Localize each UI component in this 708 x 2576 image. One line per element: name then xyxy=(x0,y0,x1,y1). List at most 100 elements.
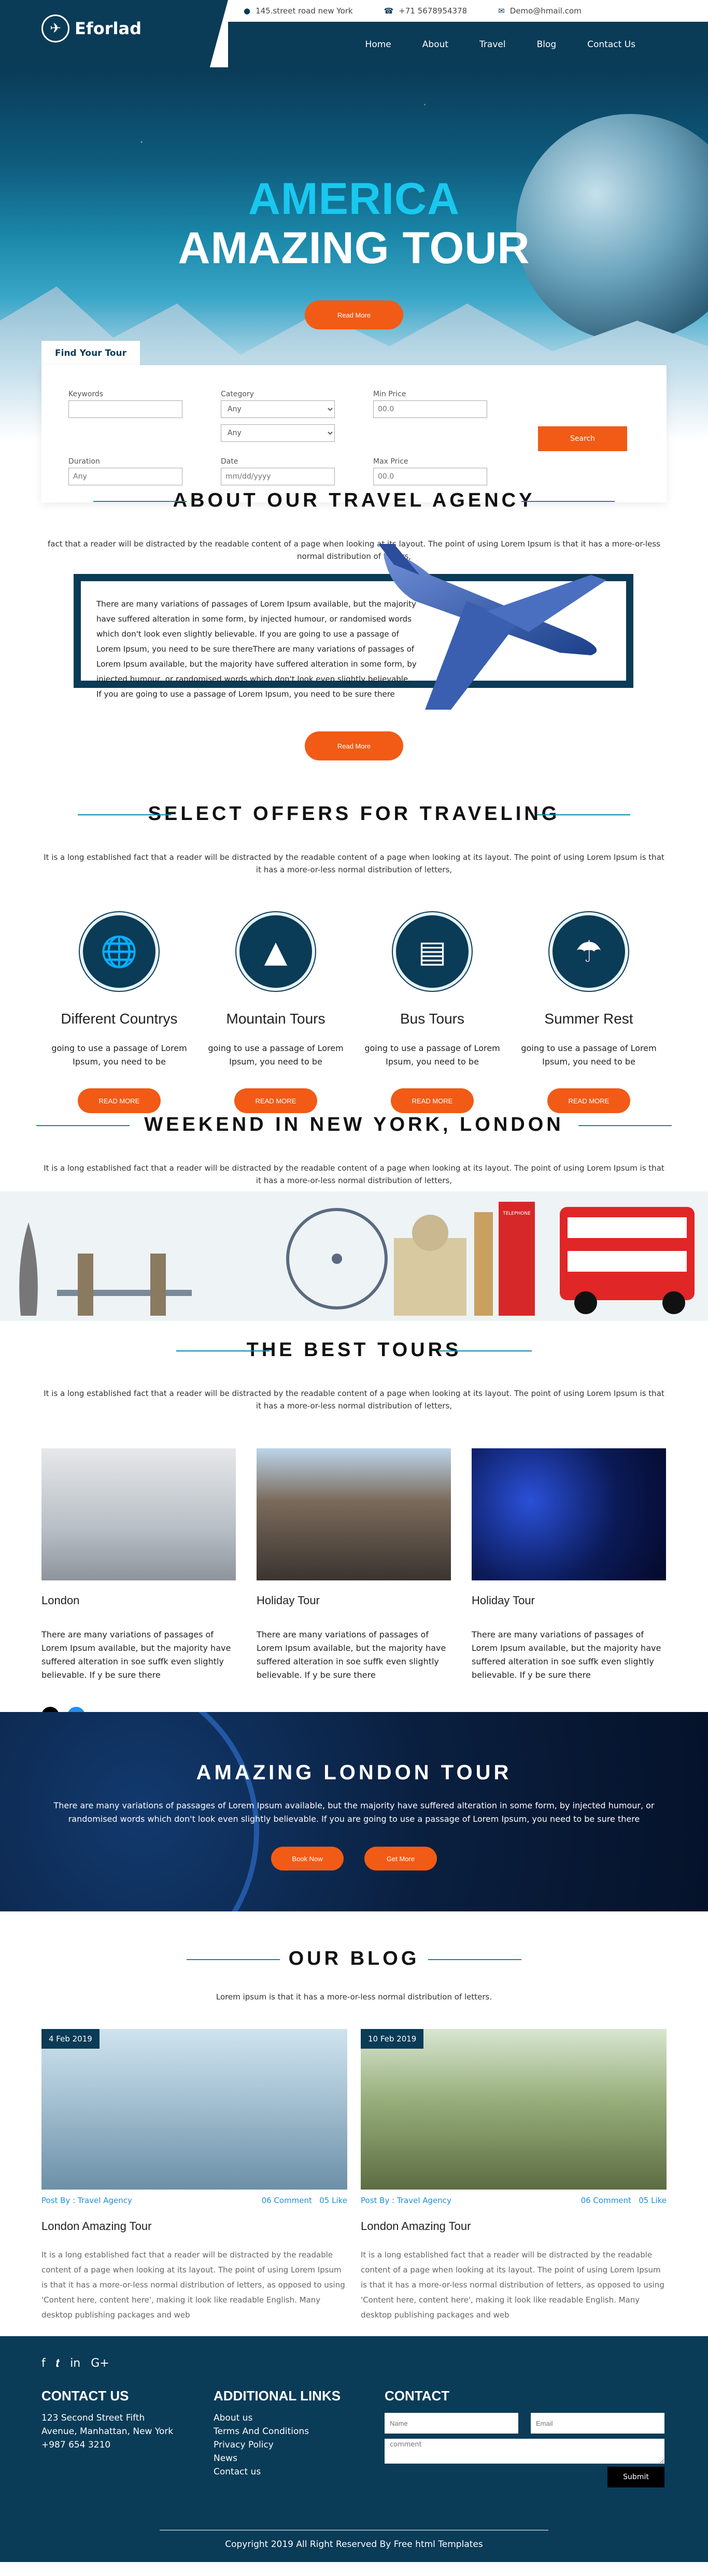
footer-links-title: ADDITIONAL LINKS xyxy=(214,2388,341,2404)
post-author[interactable]: Post By : Travel Agency xyxy=(41,2196,132,2205)
offer-text: going to use a passage of Lorem Ipsum, y… xyxy=(208,1043,344,1067)
mountain-icon: ▲ xyxy=(236,912,315,991)
footer-contact-title: CONTACT US xyxy=(41,2388,129,2404)
tours-section: THE BEST TOURS It is a long established … xyxy=(0,1331,708,1724)
nav-about[interactable]: About xyxy=(422,39,448,50)
nav-travel[interactable]: Travel xyxy=(479,39,506,50)
post-comments[interactable]: 06 Comment xyxy=(581,2196,631,2205)
umbrella-icon: ☂ xyxy=(549,912,628,991)
london-buttons: Book Now Get More xyxy=(0,1847,708,1870)
google-plus-icon[interactable]: G+ xyxy=(91,2357,109,2370)
hero-read-more-button[interactable]: Read More xyxy=(305,300,403,329)
footer-submit-button[interactable]: Submit xyxy=(607,2467,664,2487)
footer-link[interactable]: News xyxy=(214,2452,341,2465)
telephone-booth-label: TELEPHONE xyxy=(502,1211,531,1216)
min-price-input[interactable] xyxy=(373,400,487,418)
blog-image-mother-child[interactable]: 10 Feb 2019 xyxy=(361,2029,667,2190)
post-comments[interactable]: 06 Comment xyxy=(262,2196,312,2205)
category-select[interactable]: Any xyxy=(221,400,335,418)
tour-text: There are many variations of passages of… xyxy=(257,1630,446,1680)
offer-title: Bus Tours xyxy=(400,1011,464,1027)
blog-title: OUR BLOG xyxy=(0,1948,708,1970)
offers-title: SELECT OFFERS FOR TRAVELING xyxy=(0,803,708,825)
nav-home[interactable]: Home xyxy=(365,39,391,50)
plane-logo-icon: ✈ xyxy=(41,15,69,42)
tours-title: THE BEST TOURS xyxy=(0,1339,708,1361)
post-title[interactable]: London Amazing Tour xyxy=(361,2220,667,2233)
post-likes[interactable]: 05 Like xyxy=(319,2196,347,2205)
tour-title: Holiday Tour xyxy=(257,1594,320,1607)
offer-text: going to use a passage of Lorem Ipsum, y… xyxy=(364,1043,500,1067)
tour-card[interactable]: Holiday Tour There are many variations o… xyxy=(257,1448,451,1682)
post-likes[interactable]: 05 Like xyxy=(639,2196,667,2205)
social-links: f 𝒕 in G+ xyxy=(41,2357,109,2370)
twitter-icon[interactable]: 𝒕 xyxy=(56,2357,60,2370)
tour-card[interactable]: Holiday Tour There are many variations o… xyxy=(472,1448,666,1682)
footer-link[interactable]: About us xyxy=(214,2411,341,2425)
footer-name-input[interactable] xyxy=(385,2413,518,2434)
post-date: 10 Feb 2019 xyxy=(361,2029,424,2049)
blog-subtitle: Lorem ipsum is that it has a more-or-les… xyxy=(216,1992,492,2002)
get-more-button[interactable]: Get More xyxy=(364,1847,437,1870)
tour-text: There are many variations of passages of… xyxy=(472,1630,661,1680)
tour-title: London xyxy=(41,1594,80,1607)
offer-card: ▤ Bus Tours going to use a passage of Lo… xyxy=(355,912,510,1113)
london-tour-banner: AMAZING LONDON TOUR There are many varia… xyxy=(0,1712,708,1911)
tour-image-snow-street xyxy=(41,1448,236,1580)
offer-card: ☂ Summer Rest going to use a passage of … xyxy=(511,912,667,1113)
hero-title-line1: AMERICA xyxy=(248,174,460,224)
about-title: ABOUT OUR TRAVEL AGENCY xyxy=(0,490,708,512)
book-now-button[interactable]: Book Now xyxy=(271,1847,344,1870)
nav-blog[interactable]: Blog xyxy=(537,39,557,50)
tour-card[interactable]: London There are many variations of pass… xyxy=(41,1448,236,1682)
facebook-icon[interactable]: f xyxy=(41,2357,46,2370)
min-price-field: Min Price xyxy=(373,390,487,418)
london-title: AMAZING LONDON TOUR xyxy=(196,1761,512,1784)
copyright: Copyright 2019 All Right Reserved By Fre… xyxy=(225,2539,483,2550)
linkedin-icon[interactable]: in xyxy=(70,2357,80,2370)
london-text: There are many variations of passages of… xyxy=(53,1801,655,1824)
footer-contact-col: CONTACT US 123 Second Street Fifth Avenu… xyxy=(41,2388,176,2452)
post-stats: 06 Comment 05 Like xyxy=(581,2196,667,2205)
footer-link[interactable]: Contact us xyxy=(214,2465,341,2479)
offer-text: going to use a passage of Lorem Ipsum, y… xyxy=(51,1043,187,1067)
tour-carousel: London There are many variations of pass… xyxy=(0,1448,708,1682)
footer-link[interactable]: Privacy Policy xyxy=(214,2438,341,2452)
tours-subtitle: It is a long established fact that a rea… xyxy=(44,1389,664,1411)
nav-contact[interactable]: Contact Us xyxy=(587,39,635,50)
post-author[interactable]: Post By : Travel Agency xyxy=(361,2196,451,2205)
bus-icon: ▤ xyxy=(393,912,472,991)
blog-image-friends-beach[interactable]: 4 Feb 2019 xyxy=(41,2029,347,2190)
category2-select[interactable]: Any xyxy=(221,424,335,442)
post-title[interactable]: London Amazing Tour xyxy=(41,2220,347,2233)
tour-image-city-street xyxy=(257,1448,451,1580)
keywords-input[interactable] xyxy=(68,400,182,418)
offer-read-more-button[interactable]: READ MORE xyxy=(78,1088,161,1113)
offer-cards: 🌐 Different Countrys going to use a pass… xyxy=(0,912,708,1113)
offer-read-more-button[interactable]: READ MORE xyxy=(547,1088,630,1113)
hero-title-line2: AMAZING TOUR xyxy=(178,223,530,273)
footer-link[interactable]: Terms And Conditions xyxy=(214,2425,341,2438)
offer-title: Summer Rest xyxy=(544,1011,633,1027)
footer: f 𝒕 in G+ CONTACT US 123 Second Street F… xyxy=(0,2336,708,2562)
offer-read-more-button[interactable]: READ MORE xyxy=(391,1088,474,1113)
post-text: It is a long established fact that a rea… xyxy=(41,2250,345,2320)
logo[interactable]: ✈ Eforlad xyxy=(41,15,141,42)
min-price-label: Min Price xyxy=(373,390,406,398)
about-section: ABOUT OUR TRAVEL AGENCY fact that a read… xyxy=(0,440,708,803)
find-tour-tab[interactable]: Find Your Tour xyxy=(41,341,140,366)
post-date: 4 Feb 2019 xyxy=(41,2029,100,2049)
footer-email-input[interactable] xyxy=(531,2413,664,2434)
globe-icon: 🌐 xyxy=(80,912,159,991)
about-read-more-button[interactable]: Read More xyxy=(305,731,403,760)
blog-posts: 4 Feb 2019 Post By : Travel Agency 06 Co… xyxy=(0,2029,708,2323)
category-field: Category Any Any xyxy=(221,390,335,442)
blog-post: 10 Feb 2019 Post By : Travel Agency 06 C… xyxy=(361,2029,667,2323)
weekend-title: WEEKEND IN NEW YORK, LONDON xyxy=(0,1114,708,1136)
offer-read-more-button[interactable]: READ MORE xyxy=(234,1088,317,1113)
weekend-subtitle: It is a long established fact that a rea… xyxy=(44,1163,664,1185)
tour-text: There are many variations of passages of… xyxy=(41,1630,231,1680)
blog-post: 4 Feb 2019 Post By : Travel Agency 06 Co… xyxy=(41,2029,347,2323)
weekend-section: WEEKEND IN NEW YORK, LONDON It is a long… xyxy=(0,1114,708,1331)
footer-comment-input[interactable] xyxy=(385,2439,664,2464)
